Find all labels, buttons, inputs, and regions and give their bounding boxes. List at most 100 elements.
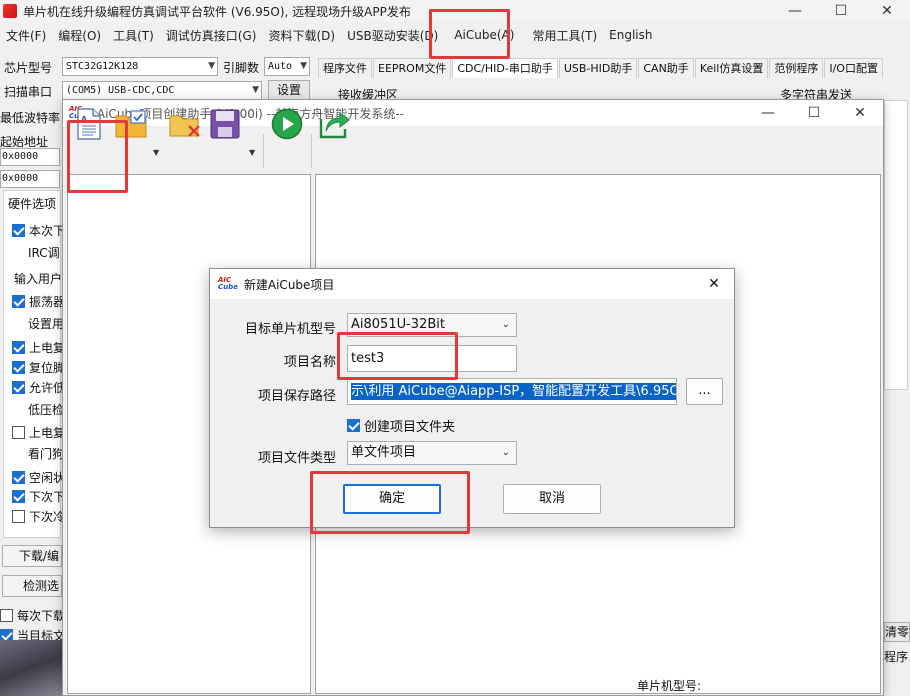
port-settings-button[interactable]: 设置 <box>268 80 310 100</box>
new-project-button[interactable]: A <box>71 106 107 142</box>
toolbar-separator <box>263 134 264 168</box>
target-mcu-select[interactable]: Ai8051U-32Bit ⌄ <box>347 313 517 337</box>
clear-button[interactable]: 清零 <box>884 622 910 642</box>
checkbox-box <box>12 510 25 523</box>
hw-option-label: 复位脚 <box>29 361 66 375</box>
hw-option-checkbox[interactable]: 空闲状 <box>12 469 65 486</box>
menu-debug-interface[interactable]: 调试仿真接口(G) <box>160 27 263 44</box>
minimize-button[interactable]: — <box>772 0 818 22</box>
chip-model-select[interactable]: STC32G12K128 ▼ <box>62 57 218 76</box>
save-path-value: 示\利用 AiCube@Aiapp-ISP，智能配置开发工具\6.95O <box>351 383 676 400</box>
hw-option-label: 振荡器 <box>29 295 66 309</box>
helper-close-button[interactable]: ✕ <box>837 100 883 126</box>
menu-english[interactable]: English <box>603 28 658 42</box>
menu-file[interactable]: 文件(F) <box>0 27 52 44</box>
tab-program-file[interactable]: 程序文件 <box>318 58 372 78</box>
maximize-button[interactable]: ☐ <box>818 0 864 22</box>
tab-io-config[interactable]: I/O口配置 <box>824 58 883 78</box>
new-document-icon: A <box>77 108 101 140</box>
project-name-input[interactable]: test3 <box>347 345 517 372</box>
play-icon <box>271 108 303 140</box>
tab-cdc-serial[interactable]: CDC/HID-串口助手 <box>452 58 558 78</box>
chevron-down-icon: ▼ <box>300 61 307 71</box>
menu-tools[interactable]: 工具(T) <box>107 27 160 44</box>
tab-examples[interactable]: 范例程序 <box>769 58 824 78</box>
hw-option-text: 输入用户 <box>14 272 63 286</box>
save-disk-icon <box>210 109 240 139</box>
export-button[interactable] <box>317 106 353 142</box>
checkbox-box <box>12 295 25 308</box>
menu-downloads[interactable]: 资料下载(D) <box>262 27 341 44</box>
save-dropdown-icon[interactable]: ▼ <box>249 148 255 157</box>
save-project-button[interactable] <box>207 106 243 142</box>
every-download-label: 每次下载 <box>17 609 66 623</box>
ok-button[interactable]: 确定 <box>343 484 441 514</box>
hw-option-checkbox[interactable]: 下次下 <box>12 488 65 505</box>
tab-can[interactable]: CAN助手 <box>638 58 694 78</box>
chevron-down-icon: ▼ <box>208 61 215 71</box>
pin-count-value: Auto <box>268 61 293 72</box>
hw-option-checkbox[interactable]: 振荡器 <box>12 293 65 310</box>
dialog-close-button[interactable]: ✕ <box>700 269 728 299</box>
every-download-checkbox[interactable]: 每次下载 <box>0 607 65 624</box>
helper-maximize-button[interactable]: ☐ <box>791 100 837 126</box>
file-type-value: 单文件项目 <box>351 445 417 460</box>
open-dropdown-icon[interactable]: ▼ <box>153 148 159 157</box>
browse-path-button[interactable]: ... <box>686 378 723 405</box>
checkbox-box <box>12 426 25 439</box>
pin-count-select[interactable]: Auto ▼ <box>264 57 310 76</box>
pin-count-label: 引脚数 <box>223 61 260 75</box>
start-address-input-2[interactable]: 0x0000 <box>0 170 60 188</box>
menu-common-tools[interactable]: 常用工具(T) <box>526 27 603 44</box>
menu-usb-driver[interactable]: USB驱动安装(D) <box>341 27 444 44</box>
hw-option-checkbox[interactable]: 允许低 <box>12 379 65 396</box>
checkbox-box <box>347 419 360 432</box>
run-button[interactable] <box>269 106 305 142</box>
download-program-button[interactable]: 下载/编 <box>2 545 62 567</box>
hw-option-label: 下次下 <box>29 490 66 504</box>
checkbox-box <box>12 361 25 374</box>
tab-usb-hid[interactable]: USB-HID助手 <box>558 58 638 78</box>
hw-option-label: 本次下 <box>29 224 66 238</box>
export-share-icon <box>319 111 350 139</box>
start-address-input-1[interactable]: 0x0000 <box>0 148 60 166</box>
menu-program[interactable]: 编程(O) <box>52 27 107 44</box>
com-port-select[interactable]: (COM5) USB-CDC,CDC ▼ <box>62 81 262 100</box>
new-project-dialog: AIC Cube 新建AiCube项目 ✕ 目标单片机型号 Ai8051U-32… <box>209 268 735 528</box>
hw-option-checkbox[interactable]: 上电复 <box>12 339 65 356</box>
hw-option-checkbox[interactable]: 上电复 <box>12 424 65 441</box>
hw-option-text: IRC调 <box>28 246 60 260</box>
file-type-select[interactable]: 单文件项目 ⌄ <box>347 441 517 465</box>
hw-option-label: 允许低 <box>29 381 66 395</box>
checkbox-box <box>12 341 25 354</box>
hw-option-checkbox[interactable]: 下次冷 <box>12 508 65 525</box>
toolbar-separator <box>311 134 312 168</box>
open-project-button[interactable] <box>113 106 149 142</box>
hw-option-checkbox[interactable]: 复位脚 <box>12 359 65 376</box>
tab-eeprom-file[interactable]: EEPROM文件 <box>373 58 452 78</box>
main-window-title: 单片机在线升级编程仿真调试平台软件 (V6.95O), 远程现场升级APP发布 <box>23 4 411 19</box>
create-folder-checkbox[interactable]: 创建项目文件夹 <box>347 416 455 435</box>
hw-option-text: 看门狗 <box>28 447 65 461</box>
helper-minimize-button[interactable]: — <box>745 100 791 126</box>
save-path-input[interactable]: 示\利用 AiCube@Aiapp-ISP，智能配置开发工具\6.95O <box>347 378 677 405</box>
scan-port-label[interactable]: 扫描串口 <box>4 83 52 100</box>
checkbox-box <box>0 609 13 622</box>
file-type-label: 项目文件类型 <box>257 451 336 466</box>
tab-keil-settings[interactable]: Keil仿真设置 <box>694 58 769 78</box>
min-baud-label: 最低波特率 <box>0 111 61 125</box>
dialog-title: 新建AiCube项目 <box>243 277 335 292</box>
folder-delete-icon <box>169 115 200 137</box>
hw-option-label: 下次冷 <box>29 510 66 524</box>
detect-button[interactable]: 检测选 <box>2 575 62 597</box>
checkbox-box <box>12 224 25 237</box>
menu-aicube[interactable]: AiCube(A) <box>448 28 520 42</box>
hw-option-label: 空闲状 <box>29 471 66 485</box>
close-project-button[interactable] <box>167 106 203 142</box>
svg-text:A: A <box>81 115 88 124</box>
close-button[interactable]: ✕ <box>864 0 910 22</box>
logo-bottom: Cube <box>218 283 238 291</box>
save-path-label: 项目保存路径 <box>257 389 336 404</box>
hw-option-checkbox[interactable]: 本次下 <box>12 222 65 239</box>
cancel-button[interactable]: 取消 <box>503 484 601 514</box>
